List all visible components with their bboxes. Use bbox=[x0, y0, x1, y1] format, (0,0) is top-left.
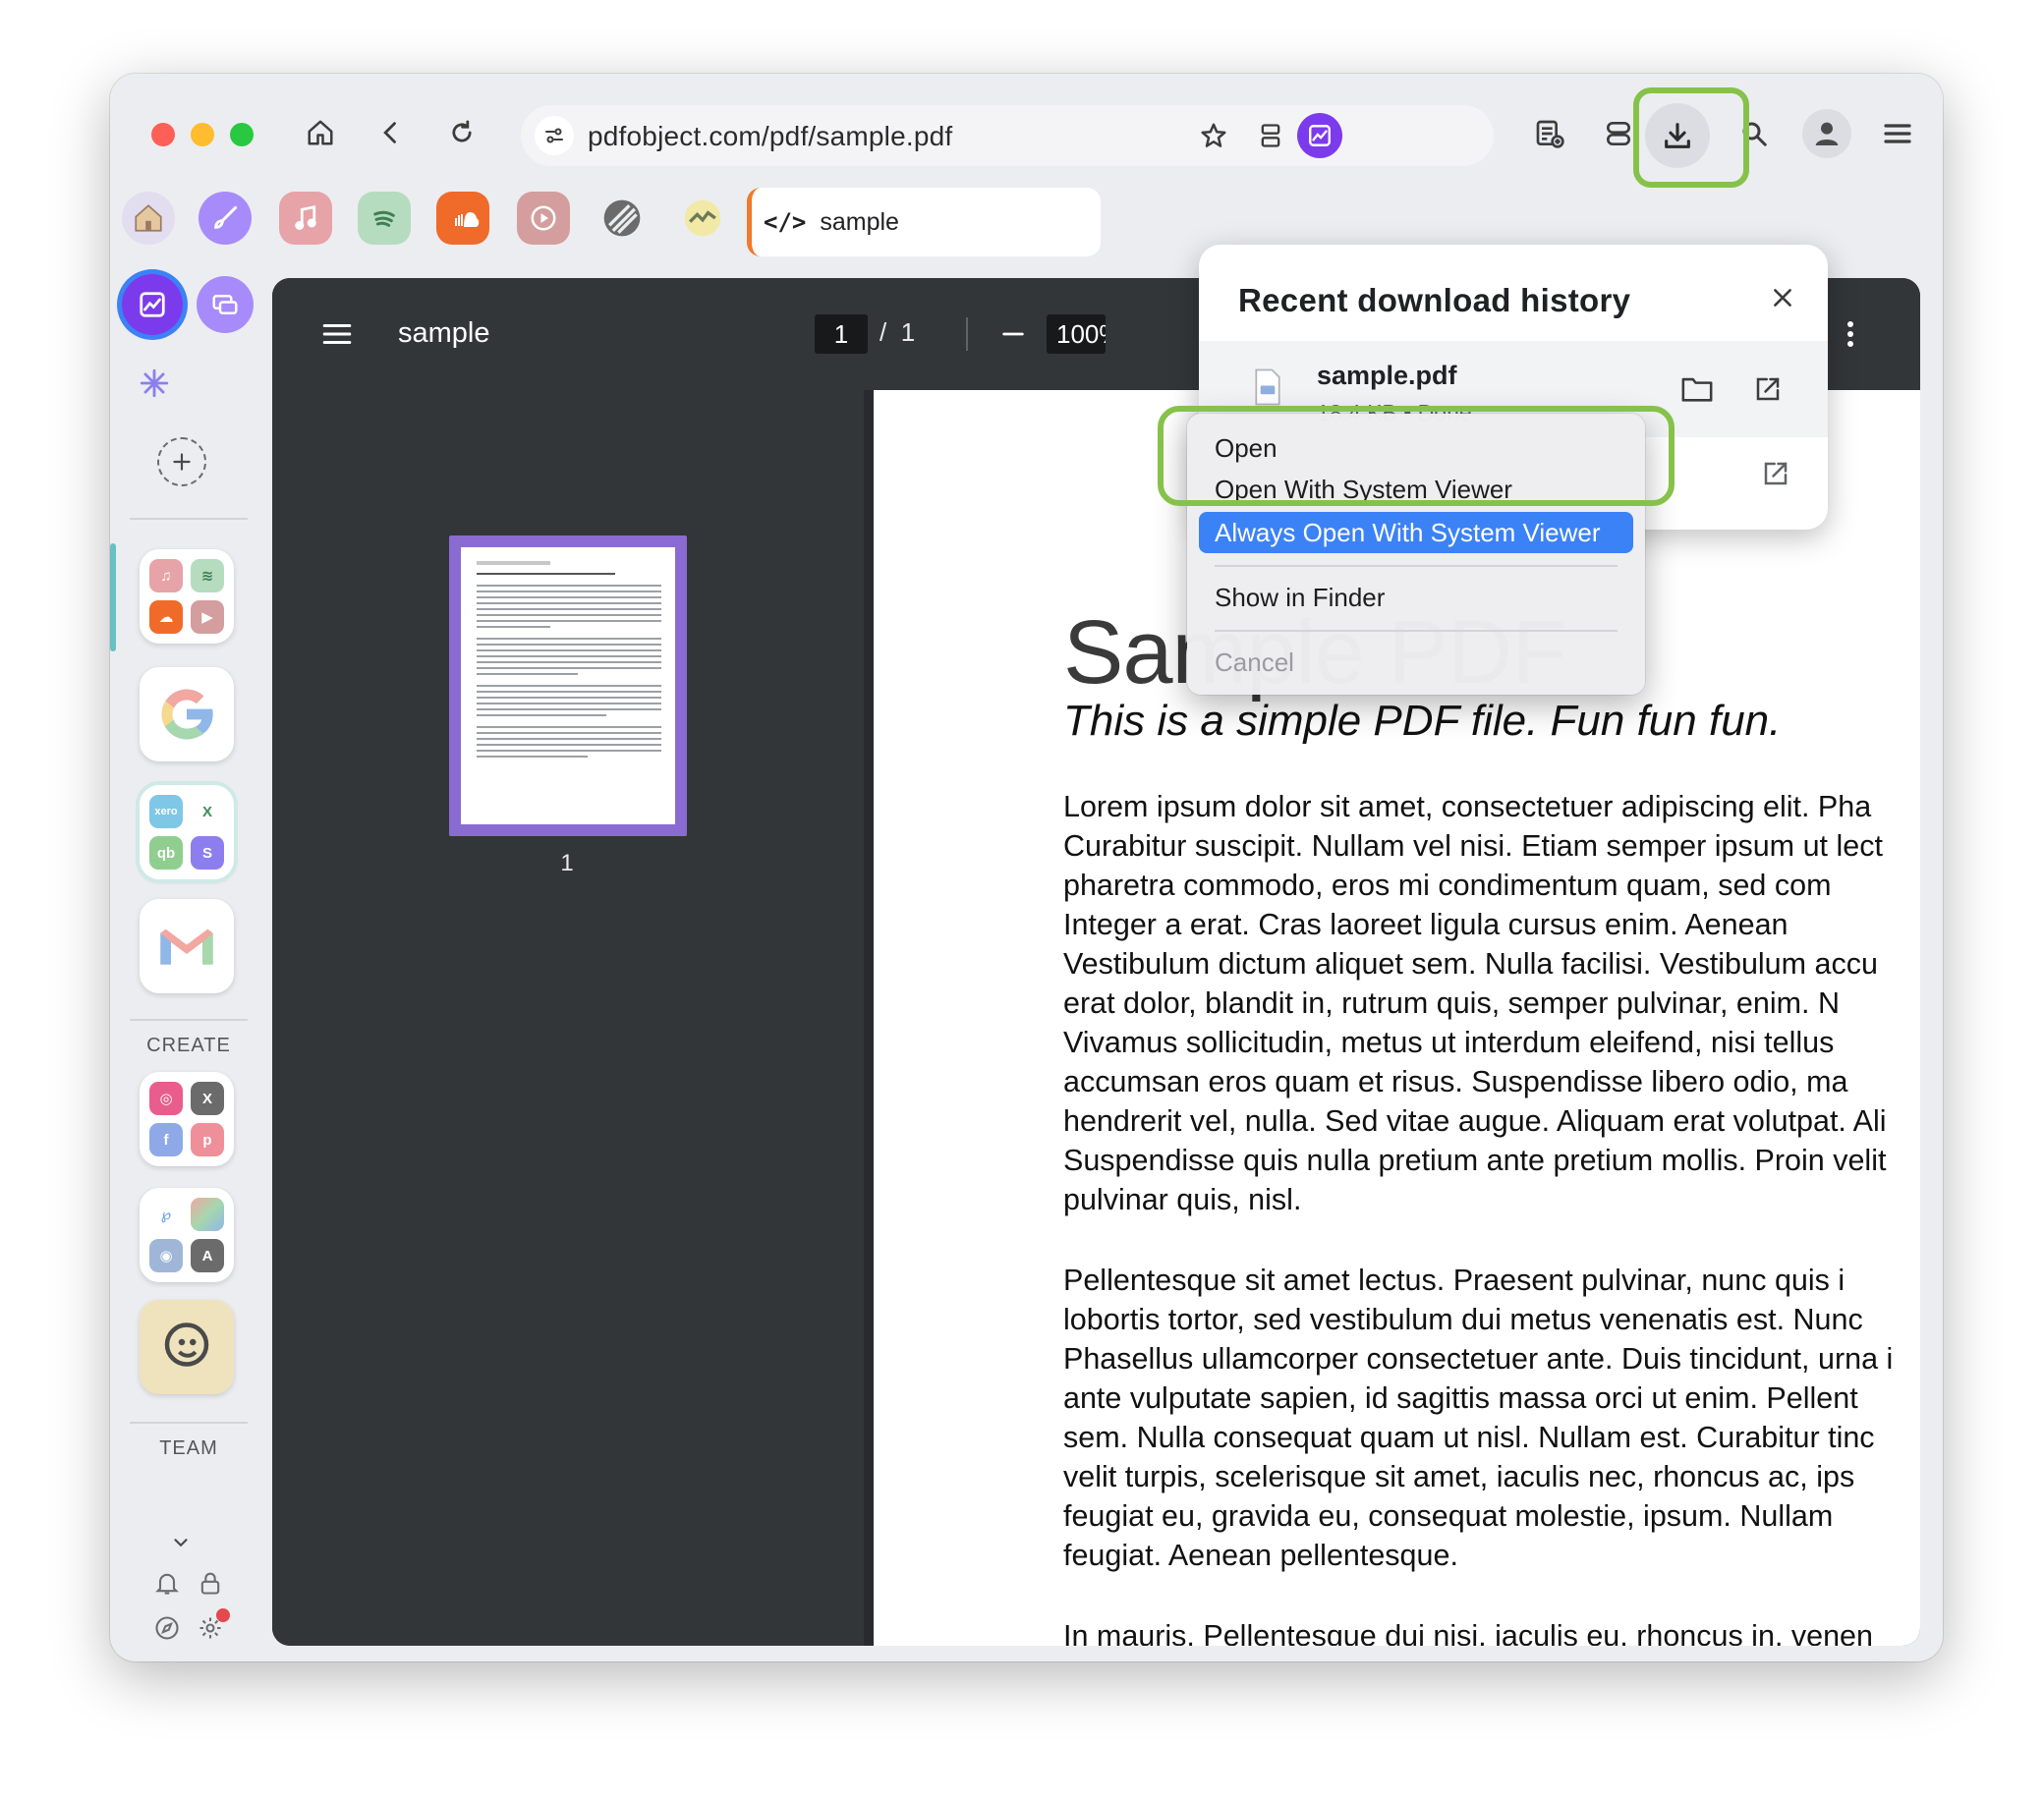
add-space-button[interactable] bbox=[157, 437, 206, 486]
tab-label: sample bbox=[820, 207, 899, 236]
page-count: / 1 bbox=[880, 317, 916, 347]
analytics-space-icon[interactable] bbox=[122, 274, 183, 335]
sparkle-icon[interactable] bbox=[130, 359, 179, 408]
music-app-icon[interactable] bbox=[279, 192, 332, 245]
soundcloud-mini-icon: ☁ bbox=[149, 600, 183, 634]
gmail-app-tile[interactable] bbox=[140, 899, 234, 993]
notification-badge bbox=[216, 1608, 230, 1622]
thumbnail-sidebar: 1 bbox=[272, 390, 864, 1646]
menu-item-always-open-with-system-viewer[interactable]: Always Open With System Viewer bbox=[1199, 512, 1633, 553]
striped-app-icon[interactable] bbox=[596, 192, 649, 245]
page-number-input[interactable]: 1 bbox=[815, 314, 868, 354]
split-view-icon[interactable] bbox=[1250, 115, 1291, 156]
facebook-mini-icon: f bbox=[149, 1123, 183, 1156]
menu-separator bbox=[1215, 565, 1618, 567]
download-file-name: sample.pdf bbox=[1317, 361, 1457, 390]
music-mini-icon: ♫ bbox=[149, 559, 183, 592]
close-window-button[interactable] bbox=[151, 123, 175, 146]
page-thumbnail[interactable] bbox=[449, 535, 687, 836]
zoom-out-icon[interactable] bbox=[992, 313, 1035, 355]
tab-sample[interactable]: </> sample bbox=[747, 188, 1101, 256]
sidebar-toggle-icon[interactable] bbox=[313, 311, 361, 357]
xero-mini-icon: xero bbox=[149, 795, 183, 828]
thumbnail-page-number: 1 bbox=[560, 850, 574, 876]
analytics-extension-icon[interactable] bbox=[1297, 113, 1342, 158]
toolbar-divider bbox=[966, 317, 968, 351]
video-player-app-icon[interactable] bbox=[517, 192, 570, 245]
reload-icon[interactable] bbox=[440, 111, 483, 154]
team-section-label: TEAM bbox=[159, 1437, 218, 1459]
google-icon bbox=[161, 689, 213, 740]
lock-icon[interactable] bbox=[193, 1565, 228, 1601]
reading-list-icon[interactable] bbox=[1527, 111, 1572, 156]
pen-mini-icon: ℘ bbox=[149, 1198, 183, 1231]
quickbooks-mini-icon: qb bbox=[149, 836, 183, 870]
sidebar-divider bbox=[864, 390, 874, 1646]
menu-item-cancel: Cancel bbox=[1215, 647, 1294, 677]
design-apps-tile[interactable]: ℘ ◉ A bbox=[140, 1188, 234, 1282]
spotify-app-icon[interactable] bbox=[358, 192, 411, 245]
menu-highlight-annotation bbox=[1158, 406, 1675, 506]
home-app-icon[interactable] bbox=[122, 192, 175, 245]
zoom-level-input[interactable]: 100% bbox=[1047, 314, 1106, 354]
show-in-folder-icon[interactable] bbox=[1675, 366, 1720, 412]
sidebar-divider bbox=[130, 1019, 248, 1021]
site-settings-icon[interactable] bbox=[535, 116, 574, 155]
window-switcher-icon[interactable] bbox=[197, 276, 254, 333]
active-indicator bbox=[110, 543, 116, 651]
s-app-mini-icon: S bbox=[191, 836, 224, 870]
compass-icon[interactable] bbox=[149, 1610, 185, 1646]
home-icon[interactable] bbox=[299, 111, 342, 154]
url-text: pdfobject.com/pdf/sample.pdf bbox=[588, 121, 953, 151]
affinity-mini-icon: A bbox=[191, 1239, 224, 1272]
x-mini-icon: X bbox=[191, 1082, 224, 1115]
more-options-icon[interactable] bbox=[1831, 311, 1870, 357]
back-icon[interactable] bbox=[369, 111, 413, 154]
create-section-label: CREATE bbox=[146, 1035, 231, 1056]
google-app-tile[interactable] bbox=[140, 667, 234, 761]
mailchimp-app-tile[interactable] bbox=[140, 1300, 234, 1394]
mailchimp-icon bbox=[164, 1322, 209, 1367]
menu-separator bbox=[1215, 630, 1618, 632]
soundcloud-app-icon[interactable] bbox=[436, 192, 489, 245]
download-history-title: Recent download history bbox=[1238, 282, 1631, 318]
chevron-down-icon[interactable] bbox=[161, 1528, 200, 1557]
instagram-mini-icon: ◎ bbox=[149, 1082, 183, 1115]
finance-apps-tile[interactable]: xero X qb S bbox=[140, 785, 234, 879]
gmail-icon bbox=[160, 928, 213, 965]
pdf-paragraph-3: In mauris. Pellentesque dui nisi, iaculi… bbox=[1063, 1619, 1873, 1646]
downloads-highlight-annotation bbox=[1633, 87, 1749, 188]
zoom-window-button[interactable] bbox=[230, 123, 254, 146]
pdf-paragraph-2: Pellentesque sit amet lectus. Praesent p… bbox=[1063, 1264, 1894, 1572]
sidebar-divider bbox=[130, 1422, 248, 1424]
pdf-file-icon bbox=[1248, 365, 1287, 410]
video-mini-icon: ▶ bbox=[191, 600, 224, 634]
pdf-subtitle: This is a simple PDF file. Fun fun fun. bbox=[1063, 697, 1782, 745]
browser-window: pdfobject.com/pdf/sample.pdf </> sample … bbox=[110, 74, 1943, 1661]
profile-avatar-icon[interactable] bbox=[1802, 109, 1851, 158]
thumbnail-page bbox=[461, 547, 675, 824]
pdf-paragraph-1: Lorem ipsum dolor sit amet, consectetuer… bbox=[1063, 790, 1887, 1216]
close-icon[interactable] bbox=[1761, 276, 1804, 319]
paintbrush-app-icon[interactable] bbox=[199, 192, 252, 245]
photos-mini-icon bbox=[191, 1198, 224, 1231]
spotify-mini-icon: ≋ bbox=[191, 559, 224, 592]
bookmark-star-icon[interactable] bbox=[1193, 115, 1234, 156]
spiral-mini-icon: ◉ bbox=[149, 1239, 183, 1272]
minimize-window-button[interactable] bbox=[191, 123, 214, 146]
open-external-icon[interactable] bbox=[1745, 366, 1790, 412]
wave-app-icon[interactable] bbox=[676, 192, 729, 245]
open-external-icon[interactable] bbox=[1753, 451, 1798, 496]
excel-mini-icon: X bbox=[191, 795, 224, 828]
bell-icon[interactable] bbox=[149, 1565, 185, 1601]
media-apps-tile[interactable]: ♫ ≋ ☁ ▶ bbox=[140, 549, 234, 644]
social-apps-tile[interactable]: ◎ X f p bbox=[140, 1072, 234, 1166]
pinterest-mini-icon: p bbox=[191, 1123, 224, 1156]
document-title: sample bbox=[398, 317, 490, 349]
address-bar[interactable]: pdfobject.com/pdf/sample.pdf bbox=[521, 105, 1494, 166]
sidebar-divider bbox=[130, 518, 248, 520]
code-icon: </> bbox=[764, 208, 807, 236]
menu-hamburger-icon[interactable] bbox=[1875, 111, 1920, 156]
menu-item-show-in-finder[interactable]: Show in Finder bbox=[1199, 577, 1633, 618]
